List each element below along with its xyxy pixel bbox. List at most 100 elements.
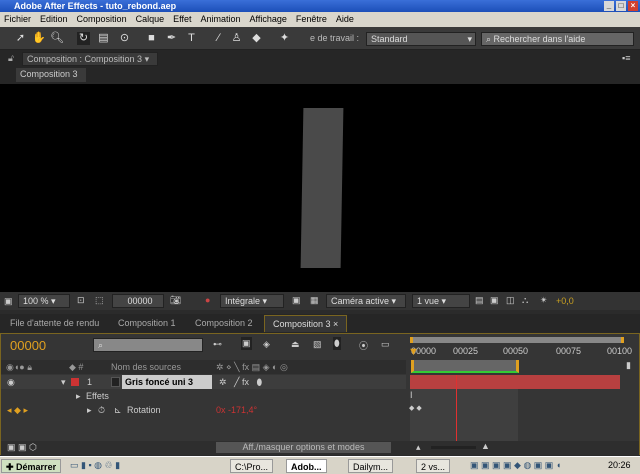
scroll-icon[interactable]: ▮ bbox=[626, 360, 631, 371]
tab-render-queue[interactable]: File d'attente de rendu bbox=[2, 315, 107, 332]
rotation-value[interactable]: 0x -171,4° bbox=[216, 403, 257, 417]
brainstorm-icon[interactable]: ▭ bbox=[381, 339, 390, 350]
layer-name[interactable]: Gris foncé uni 3 bbox=[122, 375, 212, 389]
workspace-select[interactable]: Standard ▾ bbox=[366, 32, 476, 46]
safe-zones-icon[interactable]: ⊡ bbox=[77, 295, 85, 306]
property-row-rotation[interactable]: ◂ ◆ ▸ ▸ ⏱ ⊾ Rotation 0x -171,4° bbox=[1, 403, 406, 417]
lock-icon[interactable]: 🔓︎ bbox=[8, 53, 14, 64]
layer-duration-bar[interactable] bbox=[410, 375, 620, 389]
camera-tool-icon[interactable]: ▤ bbox=[97, 32, 110, 45]
motion-blur-icon[interactable]: ⬮ bbox=[333, 337, 341, 350]
menu-affichage[interactable]: Affichage bbox=[250, 12, 287, 27]
toggle-switches-modes-button[interactable]: Aff./masquer options et modes bbox=[216, 442, 391, 453]
expand-arrow-icon[interactable]: ▸ bbox=[87, 403, 92, 417]
timeline-timecode[interactable]: 00000 bbox=[10, 338, 46, 353]
draft-3d-icon[interactable]: ◈ bbox=[263, 339, 270, 350]
exposure-icon[interactable]: ✴ bbox=[540, 295, 548, 306]
zoom-in-icon[interactable]: ▲ bbox=[481, 441, 490, 451]
exposure-value[interactable]: +0,0 bbox=[556, 296, 574, 306]
visibility-eye-icon[interactable]: ◉ bbox=[7, 375, 15, 389]
taskbar-item-after-effects[interactable]: Adob... bbox=[286, 459, 327, 473]
brush-tool-icon[interactable]: ∕ bbox=[212, 32, 225, 45]
toggle-pixel-aspect-icon[interactable]: ▤ bbox=[475, 295, 484, 306]
transparency-grid-icon[interactable]: ▦ bbox=[310, 295, 319, 306]
work-area-bar[interactable] bbox=[411, 360, 519, 373]
menu-aide[interactable]: Aide bbox=[336, 12, 354, 27]
help-search-input[interactable]: ⌕ Rechercher dans l'aide bbox=[481, 32, 634, 46]
fast-previews-icon[interactable]: ▣ bbox=[490, 295, 499, 306]
effects-row[interactable]: ▸ Effets bbox=[1, 389, 406, 403]
zoom-tool-icon[interactable]: 🔍︎ bbox=[50, 32, 64, 45]
tab-composition-2[interactable]: Composition 2 bbox=[187, 315, 261, 332]
menu-fichier[interactable]: Fichier bbox=[4, 12, 31, 27]
layer-search-input[interactable]: ⌕ bbox=[93, 338, 203, 352]
layer-switches-icon[interactable]: ✲ ╱ fx ⬮ bbox=[219, 375, 262, 389]
hand-tool-icon[interactable]: ✋ bbox=[32, 32, 46, 45]
pen-tool-icon[interactable]: ✒ bbox=[165, 32, 178, 45]
menu-composition[interactable]: Composition bbox=[77, 12, 127, 27]
keyframe-navigator-icon[interactable]: ◂ ◆ ▸ bbox=[7, 403, 28, 417]
snapshot-icon[interactable]: 📷︎ bbox=[170, 295, 181, 306]
rectangle-tool-icon[interactable]: ■ bbox=[145, 32, 158, 45]
footer-icons[interactable]: ▣ ▣ ⬡ bbox=[7, 442, 37, 453]
menu-effet[interactable]: Effet bbox=[173, 12, 191, 27]
region-of-interest-icon[interactable]: ▣ bbox=[292, 295, 301, 306]
layer-row[interactable]: ◉ ▾ 1 Gris foncé uni 3 ✲ ╱ fx ⬮ bbox=[1, 375, 406, 389]
always-preview-icon[interactable]: ▣ bbox=[4, 296, 13, 307]
selection-tool-icon[interactable]: ➚ bbox=[14, 32, 27, 45]
start-button[interactable]: ✚ Démarrer bbox=[1, 459, 62, 473]
resolution-select[interactable]: Intégrale ▾ bbox=[220, 294, 284, 308]
maximize-button[interactable]: □ bbox=[616, 1, 626, 11]
flowchart-icon[interactable]: ⛬ bbox=[522, 295, 528, 306]
work-area-navigator[interactable] bbox=[410, 337, 624, 343]
resolution-value: Intégrale bbox=[225, 296, 261, 306]
clone-stamp-tool-icon[interactable]: ♙ bbox=[230, 32, 243, 45]
timeline-icon[interactable]: ◫ bbox=[506, 295, 515, 306]
tray-icons[interactable]: ▣ ▣ ▣ ▣ ◆ ◍ ▣ ▣ ◖ bbox=[470, 460, 561, 471]
panel-menu-icon[interactable]: ▪≡ bbox=[622, 53, 630, 63]
graph-editor-icon[interactable]: ⦿ bbox=[359, 339, 368, 352]
stopwatch-icon[interactable]: ⏱ bbox=[98, 403, 105, 417]
menu-calque[interactable]: Calque bbox=[136, 12, 165, 27]
magnification-select[interactable]: 100 % ▾ bbox=[18, 294, 70, 308]
frame-blending-icon[interactable]: ▧ bbox=[313, 339, 322, 350]
quick-launch-icons[interactable]: ▭ ▮ ▪ ◍ ♲ ▮ bbox=[70, 460, 120, 471]
text-tool-icon[interactable]: T bbox=[185, 32, 198, 45]
live-update-icon[interactable]: ▣ bbox=[241, 337, 252, 350]
rotate-tool-icon[interactable]: ↻ bbox=[77, 32, 90, 45]
zoom-out-icon[interactable]: ▴ bbox=[416, 442, 421, 453]
close-button[interactable]: × bbox=[628, 1, 638, 11]
eraser-tool-icon[interactable]: ◆ bbox=[250, 32, 263, 45]
channel-icon[interactable]: ● bbox=[205, 295, 210, 305]
taskbar: ✚ Démarrer ▭ ▮ ▪ ◍ ♲ ▮ C:\Pro... Adob...… bbox=[0, 456, 640, 474]
comp-mini-flowchart-icon[interactable]: ⊷ bbox=[213, 339, 222, 350]
tab-composition-3[interactable]: Composition 3 × bbox=[264, 315, 348, 332]
keyframe-icon[interactable]: ◆ ◆ bbox=[409, 404, 422, 412]
menu-edition[interactable]: Edition bbox=[40, 12, 68, 27]
tab-composition-1[interactable]: Composition 1 bbox=[110, 315, 184, 332]
gray-solid-layer[interactable] bbox=[300, 108, 344, 268]
pan-behind-tool-icon[interactable]: ⊙ bbox=[118, 32, 131, 45]
ruler-label: 00050 bbox=[503, 346, 529, 356]
tab-composition-3-viewer[interactable]: Composition 3 bbox=[16, 68, 86, 82]
puppet-tool-icon[interactable]: ✦ bbox=[278, 32, 291, 45]
current-time-field[interactable]: 00000 bbox=[112, 294, 164, 308]
expand-arrow-icon[interactable]: ▾ bbox=[61, 375, 66, 389]
expand-arrow-icon[interactable]: ▸ bbox=[76, 389, 81, 403]
menu-animation[interactable]: Animation bbox=[200, 12, 240, 27]
composition-dropdown[interactable]: Composition : Composition 3 ▾ bbox=[22, 52, 158, 66]
label-color-swatch[interactable] bbox=[71, 378, 79, 386]
playhead-line bbox=[456, 375, 457, 441]
taskbar-item-firefox[interactable]: Dailym... bbox=[348, 459, 394, 473]
source-name-header[interactable]: Nom des sources bbox=[111, 360, 181, 374]
camera-select[interactable]: Caméra active ▾ bbox=[326, 294, 406, 308]
current-time-indicator[interactable]: ▼ bbox=[408, 346, 419, 358]
hide-shy-icon[interactable]: ⏏ bbox=[291, 339, 300, 350]
taskbar-item-group[interactable]: 2 vs... bbox=[416, 459, 451, 473]
menu-fenetre[interactable]: Fenêtre bbox=[296, 12, 327, 27]
views-select[interactable]: 1 vue ▾ bbox=[412, 294, 470, 308]
mask-visibility-icon[interactable]: ⬚ bbox=[95, 295, 104, 306]
minimize-button[interactable]: _ bbox=[604, 1, 614, 11]
zoom-slider[interactable] bbox=[431, 446, 476, 449]
taskbar-item-explorer[interactable]: C:\Pro... bbox=[230, 459, 274, 473]
